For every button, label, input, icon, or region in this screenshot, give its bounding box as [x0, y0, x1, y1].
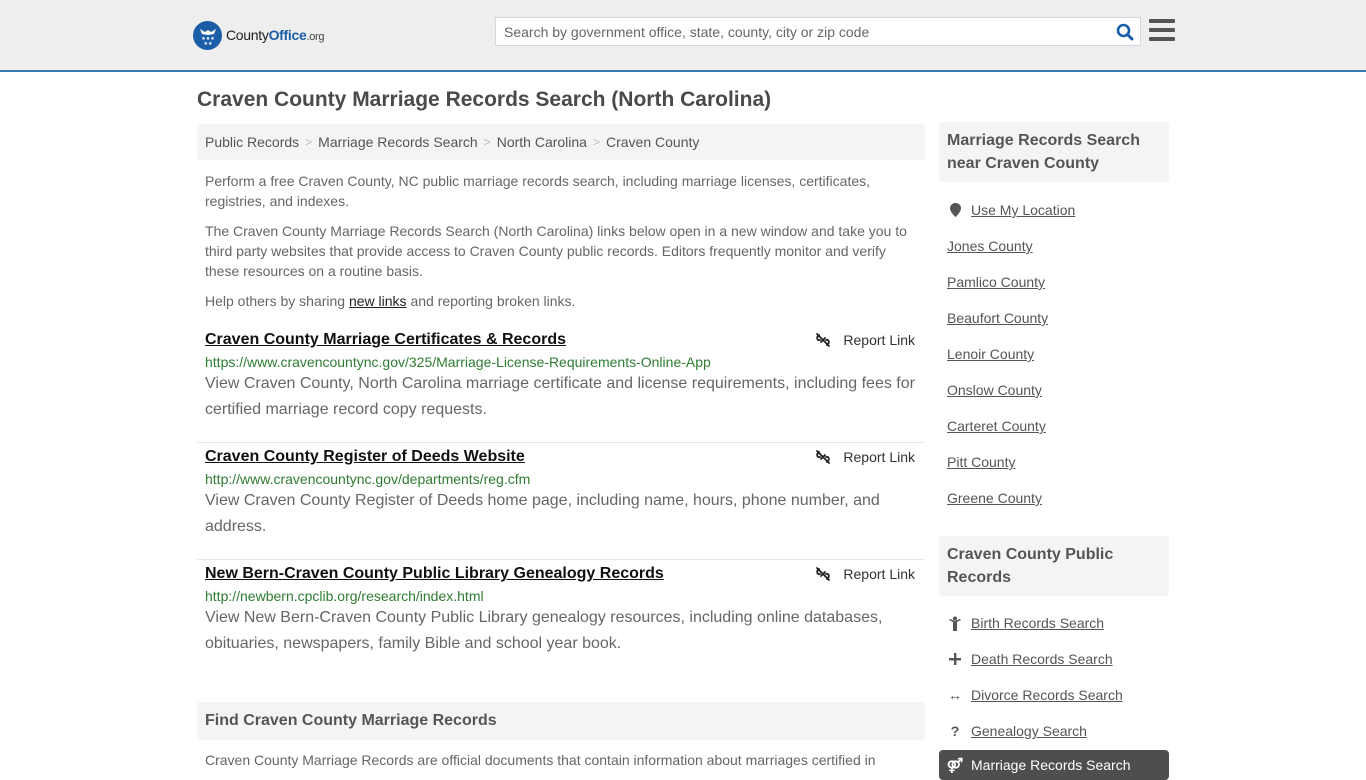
result-url: http://newbern.cpclib.org/research/index…: [205, 588, 484, 604]
nearby-county-item: Jones County: [947, 228, 1167, 264]
nearby-county-link[interactable]: Pitt County: [947, 454, 1015, 470]
nearby-county-item: Greene County: [947, 480, 1167, 516]
death-records-link[interactable]: Death Records Search: [971, 651, 1113, 667]
nearby-county-link[interactable]: Beaufort County: [947, 310, 1048, 326]
nearby-county-link[interactable]: Carteret County: [947, 418, 1046, 434]
find-records-text: Craven County Marriage Records are offic…: [205, 752, 876, 768]
public-record-item: Birth Records Search: [947, 605, 1167, 641]
hamburger-menu-icon[interactable]: [1149, 19, 1175, 41]
divorce-records-link[interactable]: Divorce Records Search: [971, 687, 1123, 703]
marriage-records-active-item[interactable]: ⚤ Marriage Records Search: [939, 750, 1169, 780]
report-link-button[interactable]: Report Link: [815, 332, 915, 348]
public-records-heading: Craven County Public Records: [939, 536, 1169, 596]
breadcrumb-separator: >: [483, 135, 491, 149]
search-icon: [1116, 23, 1134, 40]
page-title: Craven County Marriage Records Search (N…: [197, 88, 772, 111]
use-my-location-item: Use My Location: [947, 192, 1167, 228]
result-item: Craven County Register of Deeds Website …: [197, 443, 925, 560]
search-input[interactable]: [496, 18, 1110, 45]
breadcrumb-separator: >: [305, 135, 313, 149]
birth-records-link[interactable]: Birth Records Search: [971, 615, 1104, 631]
report-link-button[interactable]: Report Link: [815, 449, 915, 465]
breadcrumb-craven-county[interactable]: Craven County: [606, 134, 699, 150]
intro-paragraph: Help others by sharing new links and rep…: [205, 293, 576, 309]
result-title-link[interactable]: Craven County Marriage Certificates & Re…: [205, 331, 566, 349]
new-links-link[interactable]: new links: [349, 293, 407, 309]
nearby-heading: Marriage Records Search near Craven Coun…: [939, 122, 1169, 182]
intro-paragraph: The Craven County Marriage Records Searc…: [205, 223, 907, 279]
nearby-county-item: Pamlico County: [947, 264, 1167, 300]
result-item: New Bern-Craven County Public Library Ge…: [197, 560, 925, 677]
result-description: View New Bern-Craven County Public Libra…: [205, 609, 883, 652]
result-item: Craven County Marriage Certificates & Re…: [197, 326, 925, 443]
result-description: View Craven County, North Carolina marri…: [205, 375, 915, 418]
public-record-item: ↔ Divorce Records Search: [947, 677, 1167, 713]
intro-paragraph: Perform a free Craven County, NC public …: [205, 173, 871, 209]
search-button[interactable]: [1110, 18, 1140, 45]
result-description: View Craven County Register of Deeds hom…: [205, 492, 880, 535]
nearby-county-link[interactable]: Jones County: [947, 238, 1033, 254]
report-link-button[interactable]: Report Link: [815, 566, 915, 582]
public-record-item: Death Records Search: [947, 641, 1167, 677]
result-title-link[interactable]: Craven County Register of Deeds Website: [205, 448, 525, 466]
intro-text: Perform a free Craven County, NC public …: [205, 171, 920, 321]
breadcrumb-marriage-records[interactable]: Marriage Records Search: [318, 134, 478, 150]
genealogy-search-link[interactable]: Genealogy Search: [971, 723, 1087, 739]
public-record-item: ? Genealogy Search: [947, 713, 1167, 749]
logo-text: CountyOffice.org: [226, 27, 325, 43]
breadcrumb-public-records[interactable]: Public Records: [205, 134, 299, 150]
eagle-logo-icon: ★★★ ★★: [193, 20, 222, 50]
marriage-icon: ⚤: [946, 756, 964, 773]
nearby-county-item: Carteret County: [947, 408, 1167, 444]
nearby-county-link[interactable]: Pamlico County: [947, 274, 1045, 290]
arrows-horizontal-icon: ↔: [948, 687, 962, 703]
site-logo[interactable]: ★★★ ★★ CountyOffice.org: [193, 20, 325, 50]
cross-icon: [947, 653, 963, 665]
map-marker-icon: [947, 203, 963, 217]
marriage-records-label: Marriage Records Search: [971, 757, 1131, 773]
breadcrumb-north-carolina[interactable]: North Carolina: [497, 134, 587, 150]
nearby-county-link[interactable]: Greene County: [947, 490, 1042, 506]
svg-text:★★: ★★: [203, 41, 212, 46]
nearby-county-item: Pitt County: [947, 444, 1167, 480]
question-icon: ?: [950, 723, 960, 739]
search-bar: [495, 17, 1141, 46]
site-header: ★★★ ★★ CountyOffice.org: [0, 0, 1366, 72]
nearby-county-item: Lenoir County: [947, 336, 1167, 372]
broken-link-icon: [816, 450, 831, 464]
find-records-heading: Find Craven County Marriage Records: [197, 702, 925, 740]
use-my-location-link[interactable]: Use My Location: [971, 202, 1075, 218]
nearby-county-item: Beaufort County: [947, 300, 1167, 336]
breadcrumb-separator: >: [592, 135, 600, 149]
nearby-list: Use My Location Jones County Pamlico Cou…: [947, 192, 1167, 516]
broken-link-icon: [816, 333, 831, 347]
public-records-list: Birth Records Search Death Records Searc…: [947, 605, 1167, 749]
breadcrumb: Public Records > Marriage Records Search…: [197, 124, 925, 160]
result-url: http://www.cravencountync.gov/department…: [205, 471, 531, 487]
nearby-county-link[interactable]: Lenoir County: [947, 346, 1034, 362]
result-title-link[interactable]: New Bern-Craven County Public Library Ge…: [205, 565, 664, 583]
nearby-county-item: Onslow County: [947, 372, 1167, 408]
nearby-county-link[interactable]: Onslow County: [947, 382, 1042, 398]
results-list: Craven County Marriage Certificates & Re…: [197, 326, 925, 677]
broken-link-icon: [816, 567, 831, 581]
child-icon: [947, 616, 963, 631]
result-url: https://www.cravencountync.gov/325/Marri…: [205, 354, 711, 370]
